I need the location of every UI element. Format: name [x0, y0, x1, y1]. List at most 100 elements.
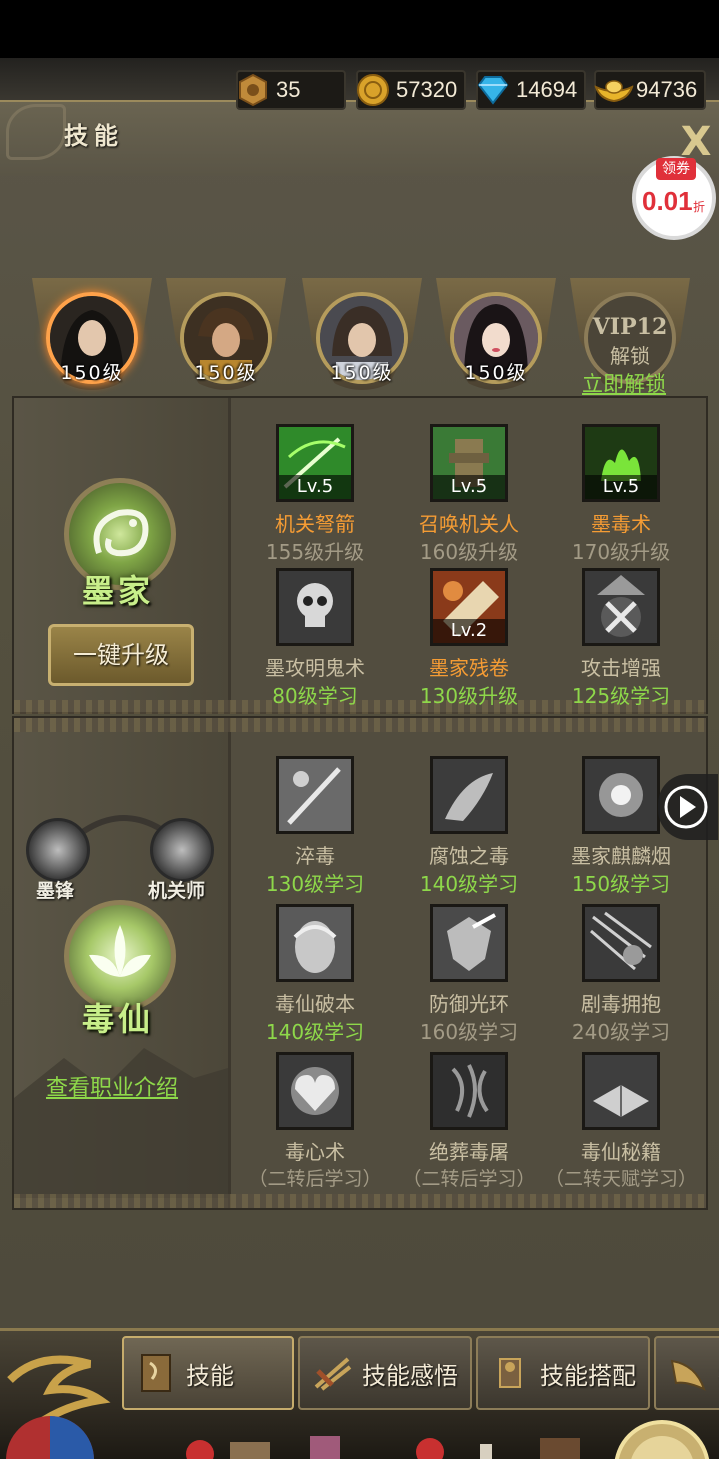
crossbow-skill-icon: Lv.5 — [276, 424, 354, 502]
skill-slot[interactable]: 淬毒 130级学习 — [240, 756, 390, 896]
hero-slot-2[interactable]: 150级 — [166, 278, 286, 390]
skill-requirement: （二转天赋学习） — [544, 1168, 697, 1190]
hero-slot-4[interactable]: 150级 — [436, 278, 556, 390]
tab-label: 技能搭配 — [540, 1361, 636, 1390]
hero-level: 150级 — [194, 362, 258, 384]
coupon-value: 0.01 — [642, 186, 693, 216]
currency-ingots[interactable]: 94736 — [594, 70, 706, 110]
skill-slot[interactable]: 绝葬毒屠 （二转后学习） — [394, 1052, 544, 1192]
currency-value: 57320 — [396, 77, 458, 102]
skill-slot[interactable]: 腐蚀之毒 140级学习 — [394, 756, 544, 896]
skill-level: Lv.5 — [433, 475, 505, 499]
skill-name: 墨家麒麟烟 — [571, 844, 671, 868]
school-section-mohist: 墨家 一键升级 Lv.5 机关弩箭 155级升级 Lv.5 召唤机关人 160级… — [12, 396, 708, 714]
skill-name: 剧毒拥抱 — [581, 992, 661, 1016]
hero-slot-1[interactable]: 150级 — [32, 278, 152, 390]
skill-requirement: 170级升级 — [571, 540, 671, 564]
skill-level: Lv.2 — [433, 619, 505, 643]
skill-requirement: 140级学习 — [419, 872, 519, 896]
skill-name: 毒仙破本 — [275, 992, 355, 1016]
skill-requirement: 140级学习 — [265, 1020, 365, 1044]
currency-coins[interactable]: 57320 — [356, 70, 466, 110]
main-action-button[interactable] — [612, 1418, 719, 1459]
currency-token[interactable]: 35 — [236, 70, 346, 110]
skill-slot[interactable]: Lv.5 墨毒术 170级升级 — [546, 424, 696, 564]
video-play-button[interactable] — [658, 774, 718, 840]
poison-breaker-skill-icon — [276, 904, 354, 982]
currency-diamonds[interactable]: 14694 — [476, 70, 586, 110]
skill-requirement: 240级学习 — [571, 1020, 671, 1044]
sub-class-icon[interactable] — [26, 818, 90, 882]
toxic-embrace-skill-icon — [582, 904, 660, 982]
skill-slot[interactable]: 毒仙破本 140级学习 — [240, 904, 390, 1044]
skill-slot[interactable]: Lv.5 机关弩箭 155级升级 — [240, 424, 390, 564]
scroll-skill-icon: Lv.2 — [430, 568, 508, 646]
school-name: 墨家 — [82, 572, 155, 610]
one-click-upgrade-button[interactable]: 一键升级 — [48, 624, 194, 686]
skill-slot[interactable]: 攻击增强 125级学习 — [546, 568, 696, 708]
skill-level: Lv.5 — [585, 475, 657, 499]
title-swirl-icon — [6, 104, 66, 160]
skill-name: 绝葬毒屠 — [429, 1140, 509, 1164]
unlock-now-link[interactable]: 立即解锁 — [582, 368, 666, 398]
skill-slot[interactable]: Lv.2 墨家残卷 130级升级 — [394, 568, 544, 708]
skill-slot[interactable]: 剧毒拥抱 240级学习 — [546, 904, 696, 1044]
tab-more[interactable]: 技 — [654, 1336, 719, 1410]
skill-name: 墨家残卷 — [429, 656, 509, 680]
sub-class-label: 机关师 — [148, 880, 206, 902]
crossed-swords-skill-icon — [582, 568, 660, 646]
skill-name: 毒仙秘籍 — [581, 1140, 661, 1164]
skill-requirement: （二转后学习） — [402, 1168, 536, 1190]
skill-slot[interactable]: 毒仙秘籍 （二转天赋学习） — [545, 1052, 697, 1192]
tab-skills[interactable]: 技能 — [122, 1336, 294, 1410]
tab-label: 技能感悟 — [362, 1361, 458, 1390]
hero-slot-3[interactable]: 150级 — [302, 278, 422, 390]
combo-icon — [499, 1358, 521, 1388]
quench-poison-skill-icon — [276, 756, 354, 834]
currency-value: 35 — [276, 77, 301, 102]
hero-level: 150级 — [464, 362, 528, 384]
skill-name: 淬毒 — [295, 844, 335, 868]
play-icon — [664, 785, 708, 829]
horn-icon — [670, 1359, 706, 1391]
view-career-link[interactable]: 查看职业介绍 — [46, 1070, 178, 1102]
secret-manual-skill-icon — [582, 1052, 660, 1130]
poison-heart-skill-icon — [276, 1052, 354, 1130]
defense-aura-skill-icon — [430, 904, 508, 982]
currency-value: 94736 — [636, 77, 698, 102]
skill-requirement: 160级升级 — [419, 540, 519, 564]
menu-icons-row — [186, 1436, 580, 1459]
skill-slot[interactable]: 防御光环 160级学习 — [394, 904, 544, 1044]
section-trim — [14, 1194, 706, 1208]
skill-name: 墨攻明鬼术 — [265, 656, 365, 680]
skill-requirement: （二转后学习） — [248, 1168, 382, 1190]
gold-coin-icon — [357, 74, 389, 106]
sub-class-label: 墨锋 — [36, 880, 75, 902]
vip-unlock-label: 解锁 — [610, 344, 650, 368]
sub-class-icon[interactable] — [150, 818, 214, 882]
tab-skill-insight[interactable]: 技能感悟 — [298, 1336, 472, 1410]
skill-slot[interactable]: 墨攻明鬼术 80级学习 — [240, 568, 390, 708]
skill-requirement: 130级学习 — [265, 872, 365, 896]
divider — [228, 398, 231, 712]
skill-name: 机关弩箭 — [275, 512, 355, 536]
status-bar — [0, 0, 719, 58]
diamond-icon — [477, 76, 509, 105]
tab-label: 技能 — [186, 1361, 234, 1390]
skill-slot[interactable]: Lv.5 召唤机关人 160级升级 — [394, 424, 544, 564]
qilin-smoke-skill-icon — [582, 756, 660, 834]
skill-requirement: 160级学习 — [419, 1020, 519, 1044]
skill-requirement: 125级学习 — [571, 684, 671, 708]
skill-requirement: 150级学习 — [571, 872, 671, 896]
page-title: 技能 — [64, 121, 124, 150]
book-icon — [141, 1354, 171, 1392]
mountain-backdrop-icon — [14, 1048, 228, 1198]
poison-art-skill-icon: Lv.5 — [582, 424, 660, 502]
skill-name: 防御光环 — [429, 992, 509, 1016]
school-section-poison: 墨锋 机关师 毒仙 查看职业介绍 淬毒 130级学习 腐蚀之毒 140级学习 墨… — [12, 716, 708, 1210]
skill-requirement: 80级学习 — [272, 684, 358, 708]
skill-name: 腐蚀之毒 — [429, 844, 509, 868]
insight-icon — [314, 1357, 352, 1391]
skill-slot[interactable]: 毒心术 （二转后学习） — [240, 1052, 390, 1192]
tab-skill-combo[interactable]: 技能搭配 — [476, 1336, 650, 1410]
